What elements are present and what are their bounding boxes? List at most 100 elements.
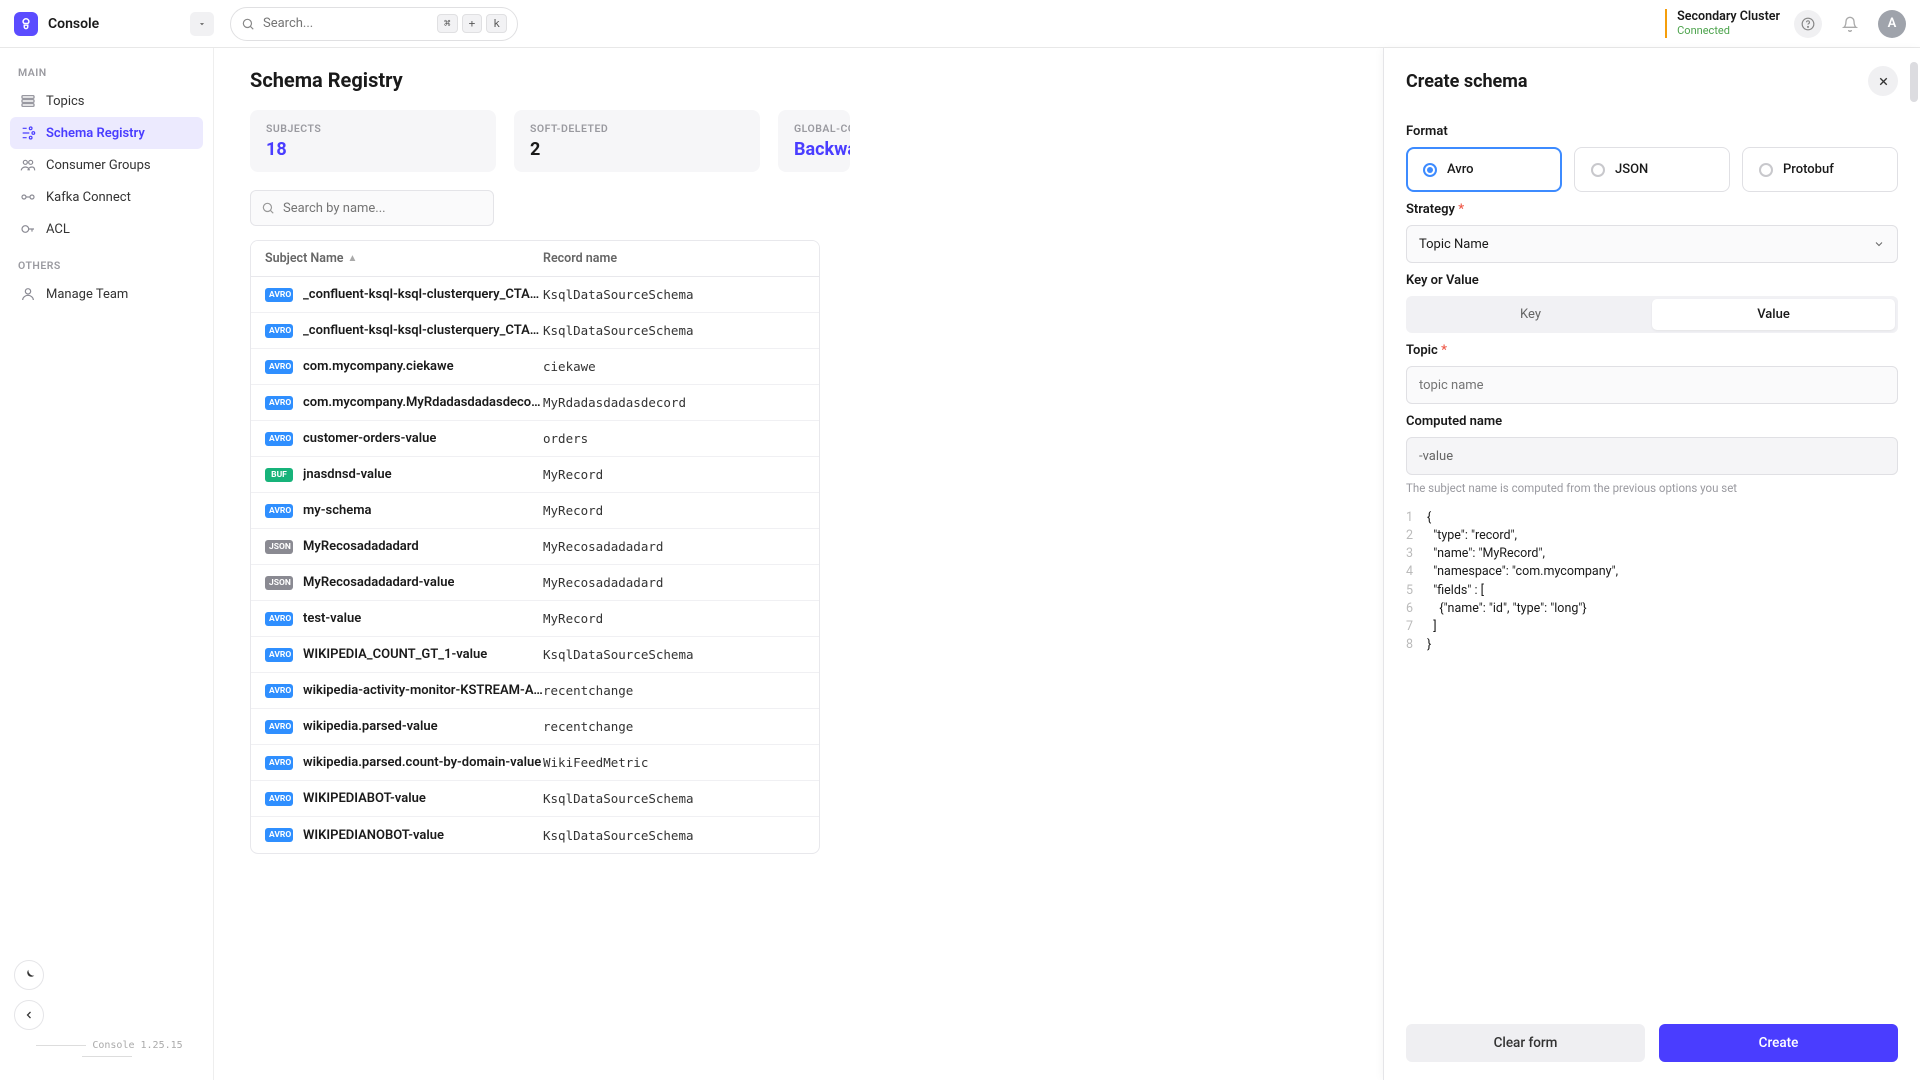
- schema-icon: [20, 125, 36, 141]
- subject-name: jnasdnsd-value: [303, 467, 392, 482]
- code-gutter: 12345678: [1406, 509, 1427, 654]
- stat-soft-deleted: SOFT-DELETED 2: [514, 110, 760, 172]
- logo-block[interactable]: Console: [14, 12, 99, 36]
- sidebar-item-label: Manage Team: [46, 287, 128, 302]
- record-name: KsqlDataSourceSchema: [543, 828, 805, 843]
- subject-name: test-value: [303, 611, 361, 626]
- stat-compatibility: GLOBAL-COMPATIBILITY Backward: [778, 110, 850, 172]
- close-icon: [1877, 75, 1890, 88]
- table-row[interactable]: AVROWIKIPEDIA_COUNT_GT_1-valueKsqlDataSo…: [251, 637, 819, 673]
- table-row[interactable]: AVROtest-valueMyRecord: [251, 601, 819, 637]
- table-row[interactable]: JSONMyRecosadadadardMyRecosadadadard: [251, 529, 819, 565]
- record-name: KsqlDataSourceSchema: [543, 647, 805, 662]
- table-row[interactable]: AVROmy-schemaMyRecord: [251, 493, 819, 529]
- sort-asc-icon: ▲: [348, 253, 358, 264]
- record-name: MyRdadasdadasdecord: [543, 395, 805, 410]
- user-avatar[interactable]: A: [1878, 10, 1906, 38]
- create-button[interactable]: Create: [1659, 1024, 1898, 1062]
- radio-dot-icon: [1591, 163, 1605, 177]
- strategy-select[interactable]: Topic Name: [1406, 225, 1898, 263]
- create-schema-panel: Create schema Format Avro JSON Protobuf …: [1383, 48, 1920, 1080]
- format-option-json[interactable]: JSON: [1574, 147, 1730, 192]
- format-badge: AVRO: [265, 720, 293, 734]
- subject-name: wikipedia.parsed.count-by-domain-value: [303, 755, 541, 770]
- panel-scrollbar[interactable]: [1910, 62, 1918, 102]
- record-name: MyRecosadadadard: [543, 575, 805, 590]
- table-search[interactable]: [250, 190, 494, 226]
- help-button[interactable]: [1794, 10, 1822, 38]
- sidebar-item-schema-registry[interactable]: Schema Registry: [10, 117, 203, 149]
- schema-code-editor[interactable]: 12345678 { "type": "record", "name": "My…: [1406, 509, 1898, 654]
- cluster-dropdown-toggle[interactable]: [190, 12, 214, 36]
- sidebar-item-topics[interactable]: Topics: [10, 85, 203, 117]
- topic-label: Topic *: [1406, 343, 1898, 358]
- subject-name: WIKIPEDIA_COUNT_GT_1-value: [303, 647, 487, 662]
- table-row[interactable]: JSONMyRecosadadadard-valueMyRecosadadada…: [251, 565, 819, 601]
- clear-form-button[interactable]: Clear form: [1406, 1024, 1645, 1062]
- keyvalue-label: Key or Value: [1406, 273, 1898, 288]
- sidebar-item-consumer-groups[interactable]: Consumer Groups: [10, 149, 203, 181]
- sidebar-section-others: OTHERS: [18, 259, 195, 272]
- col-record-name[interactable]: Record name: [543, 251, 805, 266]
- format-option-protobuf[interactable]: Protobuf: [1742, 147, 1898, 192]
- format-badge: AVRO: [265, 612, 293, 626]
- table-search-input[interactable]: [283, 201, 483, 216]
- sidebar-item-label: Topics: [46, 94, 85, 109]
- chevron-left-icon: [23, 1009, 35, 1021]
- seg-key[interactable]: Key: [1409, 299, 1652, 330]
- subject-name: MyRecosadadadard: [303, 539, 419, 554]
- sidebar-item-label: Schema Registry: [46, 126, 145, 141]
- keyvalue-segmented: Key Value: [1406, 296, 1898, 333]
- seg-value[interactable]: Value: [1652, 299, 1895, 330]
- table-row[interactable]: AVROWIKIPEDIABOT-valueKsqlDataSourceSche…: [251, 781, 819, 817]
- record-name: KsqlDataSourceSchema: [543, 287, 805, 302]
- table-row[interactable]: AVROWIKIPEDIANOBOT-valueKsqlDataSourceSc…: [251, 817, 819, 853]
- table-row[interactable]: AVRO_confluent-ksql-ksql-clusterquery_CT…: [251, 277, 819, 313]
- collapse-sidebar[interactable]: [14, 1000, 44, 1030]
- theme-toggle[interactable]: [14, 960, 44, 990]
- subject-name: _confluent-ksql-ksql-clusterquery_CTAS_.…: [303, 323, 543, 338]
- sidebar-section-main: MAIN: [18, 66, 195, 79]
- format-radio-group: Avro JSON Protobuf: [1406, 147, 1898, 192]
- subject-name: _confluent-ksql-ksql-clusterquery_CTAS_.…: [303, 287, 543, 302]
- table-row[interactable]: AVROcom.mycompany.ciekaweciekawe: [251, 349, 819, 385]
- code-lines[interactable]: { "type": "record", "name": "MyRecord", …: [1427, 509, 1618, 654]
- table-row[interactable]: AVROcom.mycompany.MyRdadasdadasdecordMyR…: [251, 385, 819, 421]
- groups-icon: [20, 157, 36, 173]
- global-search-input[interactable]: [263, 16, 429, 31]
- format-badge: AVRO: [265, 792, 293, 806]
- radio-dot-icon: [1423, 163, 1437, 177]
- table-row[interactable]: BUFjnasdnsd-valueMyRecord: [251, 457, 819, 493]
- format-badge: AVRO: [265, 828, 293, 842]
- cluster-indicator[interactable]: Secondary Cluster Connected: [1665, 9, 1780, 37]
- table-row[interactable]: AVROwikipedia.parsed-valuerecentchange: [251, 709, 819, 745]
- table-row[interactable]: AVRO wikipedia.parsed.count-by-domain-val…: [251, 745, 819, 781]
- sidebar-item-kafka-connect[interactable]: Kafka Connect: [10, 181, 203, 213]
- table-row[interactable]: AVRO_confluent-ksql-ksql-clusterquery_CT…: [251, 313, 819, 349]
- table-header: Subject Name ▲ Record name: [251, 241, 819, 277]
- format-option-avro[interactable]: Avro: [1406, 147, 1562, 192]
- format-badge: AVRO: [265, 396, 293, 410]
- record-name: MyRecord: [543, 503, 805, 518]
- table-row[interactable]: AVROcustomer-orders-valueorders: [251, 421, 819, 457]
- table-row[interactable]: AVROwikipedia-activity-monitor-KSTREAM-A…: [251, 673, 819, 709]
- record-name: ciekawe: [543, 359, 805, 374]
- global-search[interactable]: ⌘ + k: [230, 7, 518, 41]
- radio-dot-icon: [1759, 163, 1773, 177]
- search-icon: [241, 17, 255, 31]
- help-icon: [1801, 17, 1815, 31]
- col-subject-name[interactable]: Subject Name ▲: [265, 251, 543, 266]
- close-panel-button[interactable]: [1868, 66, 1898, 96]
- subject-name: MyRecosadadadard-value: [303, 575, 454, 590]
- topics-icon: [20, 93, 36, 109]
- app-version: Console 1.25.15: [14, 1040, 199, 1062]
- sidebar-item-manage-team[interactable]: Manage Team: [10, 278, 203, 310]
- topic-input[interactable]: [1406, 366, 1898, 404]
- format-badge: AVRO: [265, 756, 293, 770]
- sidebar-item-acl[interactable]: ACL: [10, 213, 203, 245]
- computed-label: Computed name: [1406, 414, 1898, 429]
- record-name: KsqlDataSourceSchema: [543, 323, 805, 338]
- strategy-label: Strategy *: [1406, 202, 1898, 217]
- notifications-button[interactable]: [1836, 10, 1864, 38]
- subject-name: com.mycompany.ciekawe: [303, 359, 454, 374]
